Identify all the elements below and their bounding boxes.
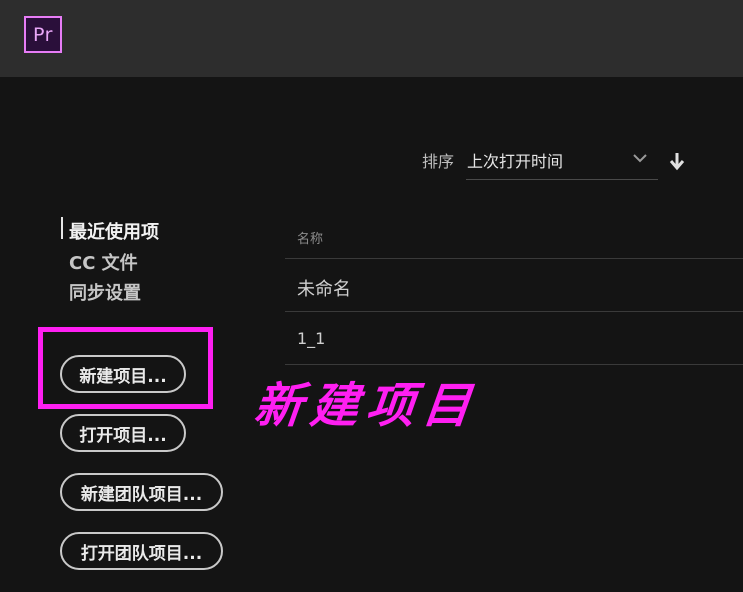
new-project-button[interactable]: 新建项目... xyxy=(60,355,186,393)
nav-item-cc-files[interactable]: CC 文件 xyxy=(69,249,138,275)
new-team-project-button[interactable]: 新建团队项目... xyxy=(60,473,223,511)
premiere-logo: Pr xyxy=(24,16,62,53)
sort-dropdown-value: 上次打开时间 xyxy=(467,152,564,171)
nav-active-indicator xyxy=(61,217,63,239)
premiere-logo-text: Pr xyxy=(33,23,53,46)
open-team-project-button[interactable]: 打开团队项目... xyxy=(60,532,223,570)
top-bar: Pr xyxy=(0,0,743,77)
file-row-untitled[interactable]: 未命名 xyxy=(297,275,351,301)
list-header-name: 名称 xyxy=(297,232,324,247)
nav-item-sync-settings[interactable]: 同步设置 xyxy=(69,279,141,305)
list-divider xyxy=(285,311,743,312)
sort-direction-arrow-icon[interactable] xyxy=(668,151,686,171)
chevron-down-icon xyxy=(633,154,647,163)
list-divider xyxy=(285,258,743,259)
sort-label: 排序 xyxy=(422,152,455,171)
open-project-button[interactable]: 打开项目... xyxy=(60,414,186,452)
file-row-1-1[interactable]: 1_1 xyxy=(297,329,325,348)
nav-item-recent[interactable]: 最近使用项 xyxy=(69,218,159,244)
annotation-new-project: 新建项目 xyxy=(251,378,482,434)
list-divider xyxy=(285,364,743,365)
sort-dropdown[interactable]: 上次打开时间 xyxy=(466,142,658,180)
